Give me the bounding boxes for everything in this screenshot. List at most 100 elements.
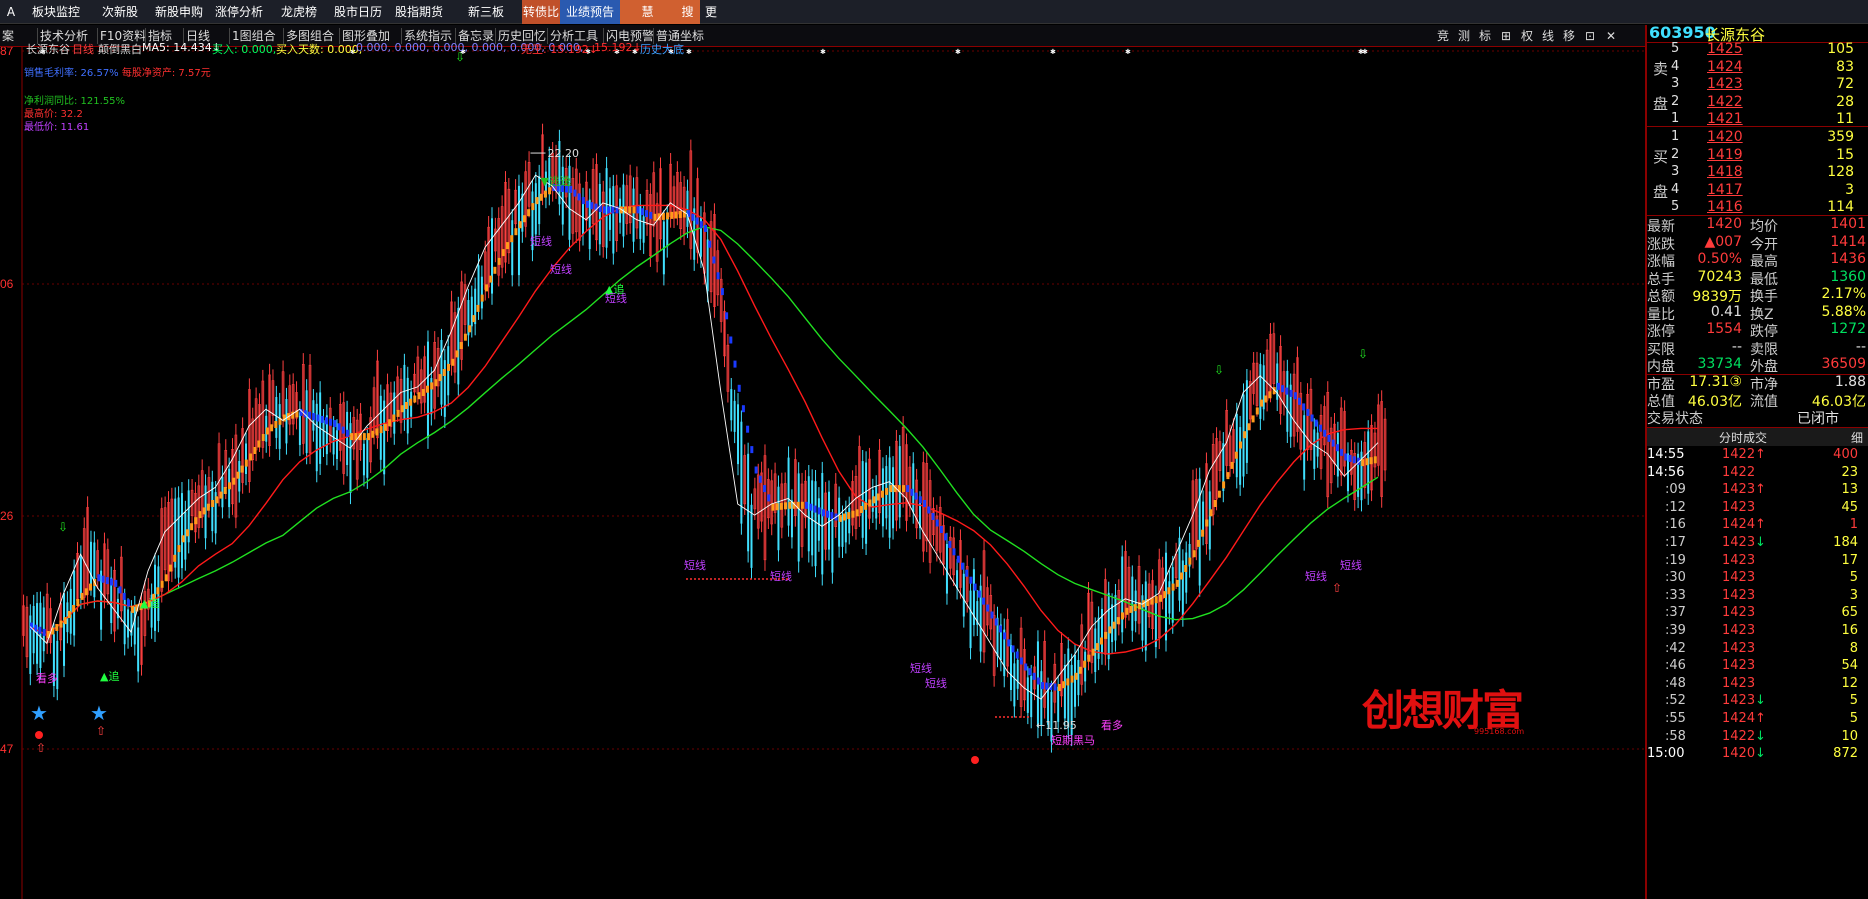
top-nav-13[interactable]: 更多 xyxy=(700,0,722,43)
tick-volume: 184 xyxy=(1833,535,1858,550)
trend-ribbon-block xyxy=(640,208,644,216)
right-tool-7[interactable]: ⊡ xyxy=(1581,27,1599,45)
top-nav-2[interactable]: 次新股 xyxy=(90,0,150,24)
bid-price[interactable]: 1417 xyxy=(1707,182,1743,198)
trend-ribbon-block xyxy=(333,420,337,428)
candle-body xyxy=(733,400,736,432)
right-tool-6[interactable]: 移 xyxy=(1560,27,1578,45)
short-line-label: 短线 xyxy=(1305,569,1327,583)
trend-ribbon-block xyxy=(489,275,493,283)
toolbar-item-0[interactable]: 案 xyxy=(2,25,14,47)
candle-body xyxy=(180,493,183,569)
tick-time: :09 xyxy=(1665,482,1686,498)
top-nav-3[interactable]: 新股申购 xyxy=(150,0,208,24)
dark-horse-label: 短期黑马 xyxy=(1051,733,1095,747)
top-nav-10[interactable]: 业绩预告 xyxy=(560,0,620,24)
dot-marker xyxy=(35,731,43,739)
tick-arrow: ↑ xyxy=(1755,711,1766,726)
y-tick-label: 87 xyxy=(0,47,14,58)
trend-ribbon-block xyxy=(918,496,922,504)
trend-ribbon-block xyxy=(1243,431,1247,439)
trend-ribbon-block xyxy=(312,413,316,421)
trend-ribbon-block xyxy=(485,284,488,292)
dot-marker xyxy=(971,756,979,764)
trend-ribbon-block xyxy=(725,312,729,320)
top-nav-11[interactable]: 慧 xyxy=(620,0,675,24)
trend-ribbon-block xyxy=(270,424,274,432)
top-nav-0[interactable]: A xyxy=(0,0,22,24)
candle-body xyxy=(1286,370,1289,432)
candle-body xyxy=(335,430,338,459)
ask-price[interactable]: 1424 xyxy=(1707,59,1743,75)
trend-ribbon-block xyxy=(122,592,126,600)
candle-body xyxy=(750,504,753,568)
right-tool-3[interactable]: ⊞ xyxy=(1497,27,1515,45)
candle-body xyxy=(642,216,645,243)
net-asset-per-share: 每股净资产: 7.57元 xyxy=(121,68,211,79)
star-marker: ★ xyxy=(90,701,108,725)
top-nav-6[interactable]: 股市日历 xyxy=(328,0,388,24)
kline-chart-area[interactable]: 87 06 26 47 22.20 ▼逃逸 ←11.95 看多 看多 短期黑马 ▲追 ▲追 ▲追 短线 短线… xyxy=(0,41,1645,899)
ask-price[interactable]: 1425 xyxy=(1707,41,1743,57)
trend-ribbon-block xyxy=(367,433,370,441)
bull-label-low: 看多 xyxy=(1101,718,1123,732)
trend-ribbon-block xyxy=(1167,587,1171,595)
trend-ribbon-block xyxy=(935,519,939,527)
ticks-detail-button[interactable]: 细 xyxy=(1851,429,1863,446)
trend-ribbon-block xyxy=(1175,579,1179,587)
trend-ribbon-block xyxy=(1129,605,1133,613)
trend-ribbon-block xyxy=(1011,645,1015,653)
quote-label: 流值 xyxy=(1750,394,1778,410)
right-tool-2[interactable]: 标 xyxy=(1476,27,1494,45)
ask-price[interactable]: 1422 xyxy=(1707,94,1743,110)
quote-value: 33734 xyxy=(1697,356,1742,372)
trend-ribbon-block xyxy=(400,405,404,413)
trend-ribbon-block xyxy=(1365,458,1369,466)
right-tool-0[interactable]: 竞 xyxy=(1434,27,1452,45)
trend-ribbon-block xyxy=(177,545,181,553)
right-tool-5[interactable]: 线 xyxy=(1539,27,1557,45)
top-nav-9[interactable]: 转债比价 xyxy=(522,0,560,43)
quote-value: 1360 xyxy=(1830,268,1866,285)
top-nav-8[interactable]: 新三板 xyxy=(450,0,522,24)
buy-days-value: 买入天数: 0.000, xyxy=(276,43,363,56)
trend-ribbon-block xyxy=(994,618,998,626)
bid-price[interactable]: 1419 xyxy=(1707,147,1743,163)
right-tool-8[interactable]: ✕ xyxy=(1602,27,1620,45)
trend-ribbon-block xyxy=(813,505,817,513)
trend-ribbon-block xyxy=(1125,607,1129,615)
candle-body xyxy=(275,397,278,438)
right-tool-4[interactable]: 权 xyxy=(1518,27,1536,45)
ask-price[interactable]: 1421 xyxy=(1707,111,1743,127)
trend-ribbon-block xyxy=(1319,424,1322,432)
trend-ribbon-block xyxy=(1024,663,1028,671)
trend-ribbon-block xyxy=(948,540,952,548)
top-nav-5[interactable]: 龙虎榜 xyxy=(270,0,328,24)
candle-body xyxy=(632,188,635,242)
top-nav-1[interactable]: 板块监控 xyxy=(22,0,90,24)
trend-ribbon-block xyxy=(581,197,585,205)
top-event-marker: ✱ xyxy=(1050,48,1056,56)
trend-ribbon-block xyxy=(114,579,118,587)
bid-price[interactable]: 1418 xyxy=(1707,164,1743,180)
trend-ribbon-block xyxy=(902,485,905,493)
bid-price[interactable]: 1416 xyxy=(1707,199,1743,215)
star-marker: ★ xyxy=(30,701,48,725)
top-nav-4[interactable]: 涨停分析 xyxy=(208,0,270,24)
trend-ribbon-block xyxy=(750,446,754,454)
quote-value: 0.41 xyxy=(1710,303,1742,320)
top-nav-7[interactable]: 股指期货 xyxy=(388,0,450,24)
trend-ribbon-block xyxy=(89,583,92,591)
ask-volume: 11 xyxy=(1836,111,1854,127)
escape-signal: ▼逃逸 xyxy=(541,175,571,188)
bid-volume: 114 xyxy=(1827,199,1854,215)
trend-ribbon-block xyxy=(1074,672,1078,680)
tick-price: 1422 xyxy=(1722,728,1756,744)
bid-price[interactable]: 1420 xyxy=(1707,129,1743,145)
ask-price[interactable]: 1423 xyxy=(1707,76,1743,92)
right-tool-1[interactable]: 测 xyxy=(1455,27,1473,45)
candle-body xyxy=(828,491,831,550)
kline-chart-svg[interactable]: 8706264722.20▼逃逸←11.95 看多看多短期黑马▲追▲追▲追短线短线… xyxy=(0,47,1645,899)
fundamentals-block: 销售毛利率: 26.57% 每股净资产: 7.57元 净利润同比: 121.55… xyxy=(24,67,244,134)
top-nav-12[interactable]: 搜 xyxy=(675,0,700,24)
